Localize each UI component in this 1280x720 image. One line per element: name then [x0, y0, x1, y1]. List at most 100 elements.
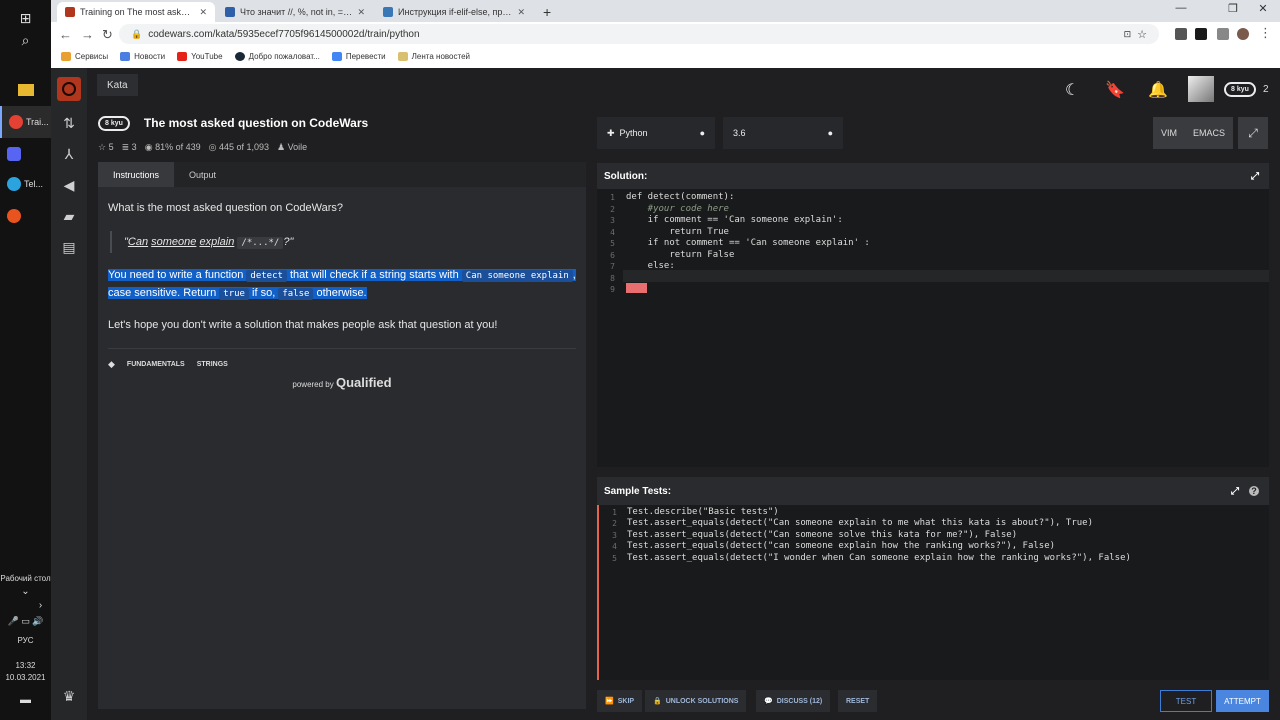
kata-tags: ◆ FUNDAMENTALS STRINGS: [108, 348, 576, 370]
reload-icon[interactable]: ↻: [102, 27, 113, 43]
collections-stat[interactable]: ≣ 3: [122, 142, 137, 153]
expand-icon[interactable]: ⤢: [1251, 171, 1259, 182]
code-line: return False: [626, 250, 735, 260]
practice-tree-icon[interactable]: ⅄: [51, 146, 87, 163]
help-icon[interactable]: ?: [1249, 486, 1259, 496]
discord-icon: [7, 147, 21, 161]
sample-tests-header: Sample Tests: ⤢ ?: [597, 477, 1269, 505]
user-rank-badge: 8 kyu: [1224, 82, 1256, 97]
notifications-icon[interactable]: ▬: [0, 694, 51, 706]
extensions-puzzle-icon[interactable]: [1217, 28, 1229, 40]
desktop-label[interactable]: Рабочий стол: [0, 574, 51, 583]
code-line: return True: [626, 227, 729, 237]
bookmark-youtube[interactable]: YouTube: [177, 51, 223, 61]
profile-avatar[interactable]: [1237, 28, 1249, 40]
close-window-icon[interactable]: ✕: [1251, 2, 1275, 15]
bookmark-star-icon[interactable]: 🔖: [1105, 80, 1125, 100]
completed-stat: ◎ 445 of 1,093: [208, 142, 270, 152]
tray-icons[interactable]: 🎤 ▭ 🔊: [0, 616, 51, 627]
bookmark-news[interactable]: Новости: [120, 51, 165, 61]
file-explorer-icon[interactable]: [0, 72, 51, 108]
close-tab-icon[interactable]: ✕: [517, 7, 525, 18]
bookmark-translate[interactable]: Перевести: [331, 51, 386, 61]
code-line: #your code here: [626, 204, 729, 214]
new-tab-button[interactable]: +: [535, 2, 559, 22]
translate-icon[interactable]: ⊡: [1124, 29, 1132, 40]
version-select[interactable]: 3.6 ●: [723, 117, 843, 149]
kata-title: The most asked question on CodeWars: [143, 116, 369, 130]
reset-button[interactable]: RESET: [838, 690, 878, 712]
discuss-button[interactable]: 💬 DISCUSS (12): [756, 690, 831, 712]
taskbar-app-discord[interactable]: [0, 138, 51, 170]
tab-output[interactable]: Output: [174, 162, 231, 187]
bookmark-feed[interactable]: Лента новостей: [397, 51, 470, 61]
test-line: Test.assert_equals(detect("Can someone e…: [627, 518, 1093, 528]
minimize-icon[interactable]: —: [1169, 2, 1193, 14]
language-indicator[interactable]: РУС: [0, 636, 51, 645]
site-favicon: [225, 7, 235, 17]
unlock-solutions-button[interactable]: 🔒 UNLOCK SOLUTIONS: [645, 690, 747, 712]
test-line: Test.describe("Basic tests"): [627, 507, 779, 517]
mode-vim-button[interactable]: VIM: [1153, 117, 1185, 149]
chevron-down-icon[interactable]: ⌄: [0, 586, 51, 597]
megaphone-icon[interactable]: ◀: [51, 177, 87, 194]
taskbar-app-other[interactable]: [0, 200, 51, 232]
powered-by-qualified[interactable]: powered by Qualified: [98, 375, 586, 390]
close-tab-icon[interactable]: ✕: [357, 7, 365, 18]
test-button[interactable]: TEST: [1160, 690, 1212, 712]
chat-icon[interactable]: ▰: [51, 208, 87, 225]
mode-emacs-button[interactable]: EMACS: [1185, 117, 1233, 149]
sample-tests-editor[interactable]: 1 2 3 4 5 Test.describe("Basic tests") T…: [597, 505, 1269, 680]
line-number: 5: [610, 239, 615, 248]
trophy-icon[interactable]: ♛: [51, 688, 87, 705]
back-icon[interactable]: ←: [59, 27, 72, 42]
kata-tab[interactable]: Kata: [97, 74, 138, 96]
layers-icon: ≣: [121, 142, 130, 152]
bookmark-services[interactable]: Сервисы: [61, 51, 108, 61]
tag-strings[interactable]: STRINGS: [197, 361, 228, 368]
clock-date[interactable]: 10.03.2021: [0, 673, 51, 682]
close-tab-icon[interactable]: ✕: [199, 7, 207, 18]
language-select[interactable]: ✚ Python ●: [597, 117, 715, 149]
browser-tab[interactable]: Инструкция if-elif-else, провер ✕: [375, 2, 533, 22]
bell-icon[interactable]: 🔔: [1148, 80, 1168, 100]
moon-icon[interactable]: ☾: [1065, 80, 1079, 100]
kata-description: What is the most asked question on CodeW…: [98, 187, 586, 370]
tab-instructions[interactable]: Instructions: [98, 162, 175, 187]
satisfaction-stat: ◉ 81% of 439: [144, 142, 201, 152]
attempt-button[interactable]: ATTEMPT: [1216, 690, 1269, 712]
fullscreen-icon[interactable]: ⤢: [1238, 117, 1268, 149]
line-number: 4: [612, 542, 617, 551]
docs-icon[interactable]: ▤: [51, 239, 87, 256]
stars-stat[interactable]: ☆ 5: [98, 142, 114, 153]
forward-icon[interactable]: →: [81, 27, 94, 42]
skip-button[interactable]: ⏩ SKIP: [597, 690, 643, 712]
star-icon[interactable]: ☆: [1137, 28, 1147, 41]
author-link[interactable]: ♟ Voile: [277, 142, 307, 153]
maximize-icon[interactable]: ❐: [1221, 2, 1245, 15]
clock-time[interactable]: 13:32: [0, 661, 51, 670]
syntax-error-marker: [626, 283, 647, 293]
training-icon[interactable]: ⇅: [51, 115, 87, 132]
user-avatar[interactable]: [1188, 76, 1214, 102]
extension-icon[interactable]: [1195, 28, 1207, 40]
solution-editor[interactable]: 1 2 3 4 5 6 7 8 9 def detect(comment): #…: [597, 189, 1269, 467]
description-note: Let's hope you don't write a solution th…: [108, 319, 498, 331]
browser-menu-icon[interactable]: ⋮: [1259, 25, 1272, 41]
chevron-right-icon[interactable]: ›: [0, 600, 51, 611]
codewars-logo[interactable]: [57, 77, 81, 101]
search-icon[interactable]: ⌕: [0, 22, 51, 58]
code-line: def detect(comment):: [626, 192, 735, 202]
taskbar-app-telegram[interactable]: Tel...: [0, 168, 51, 200]
line-number: 8: [610, 274, 615, 283]
tag-fundamentals[interactable]: FUNDAMENTALS: [127, 361, 185, 368]
browser-tab-active[interactable]: Training on The most asked question ✕: [57, 2, 215, 22]
test-line: Test.assert_equals(detect("can someone e…: [627, 541, 1056, 551]
bookmark-steam[interactable]: Добро пожаловат...: [234, 51, 320, 61]
address-bar[interactable]: 🔒 codewars.com/kata/5935ecef7705f9614500…: [119, 24, 1159, 44]
taskbar-app-chrome[interactable]: Trai...: [0, 106, 51, 138]
extension-icon[interactable]: [1175, 28, 1187, 40]
star-icon: ☆: [98, 142, 107, 152]
expand-icon[interactable]: ⤢: [1231, 486, 1239, 497]
browser-tab[interactable]: Что значит //, %, not in, == и др ✕: [217, 2, 373, 22]
